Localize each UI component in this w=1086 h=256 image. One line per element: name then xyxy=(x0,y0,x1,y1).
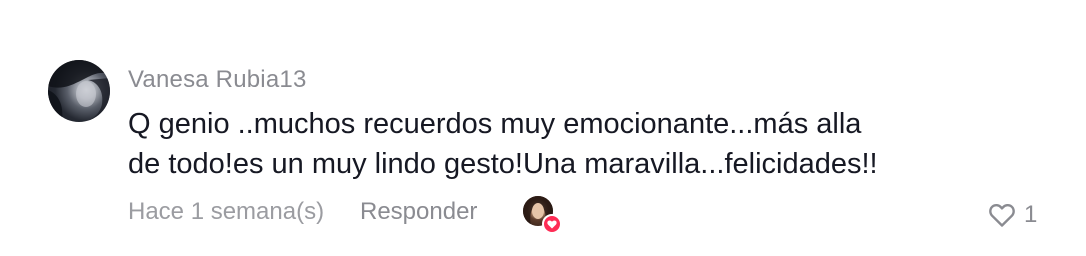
like-count: 1 xyxy=(1024,201,1038,228)
comment-text-line: Q genio ..muchos recuerdos muy emocionan… xyxy=(128,108,862,140)
creator-liked-indicator xyxy=(523,196,562,234)
like-button[interactable]: 1 xyxy=(988,200,1037,230)
user-avatar[interactable] xyxy=(48,60,110,122)
comment-username[interactable]: Vanesa Rubia13 xyxy=(128,66,307,94)
comment-item: Vanesa Rubia13 Q genio ..muchos recuerdo… xyxy=(0,0,1086,256)
comment-text-line: de todo!es un muy lindo gesto!Una maravi… xyxy=(128,148,878,180)
heart-outline-icon[interactable] xyxy=(988,202,1016,228)
comment-text: Q genio ..muchos recuerdos muy emocionan… xyxy=(128,104,948,184)
avatar-image xyxy=(48,60,110,122)
comment-timestamp: Hace 1 semana(s) xyxy=(128,198,325,225)
reply-button[interactable]: Responder xyxy=(360,198,477,226)
heart-badge-icon xyxy=(542,214,562,234)
